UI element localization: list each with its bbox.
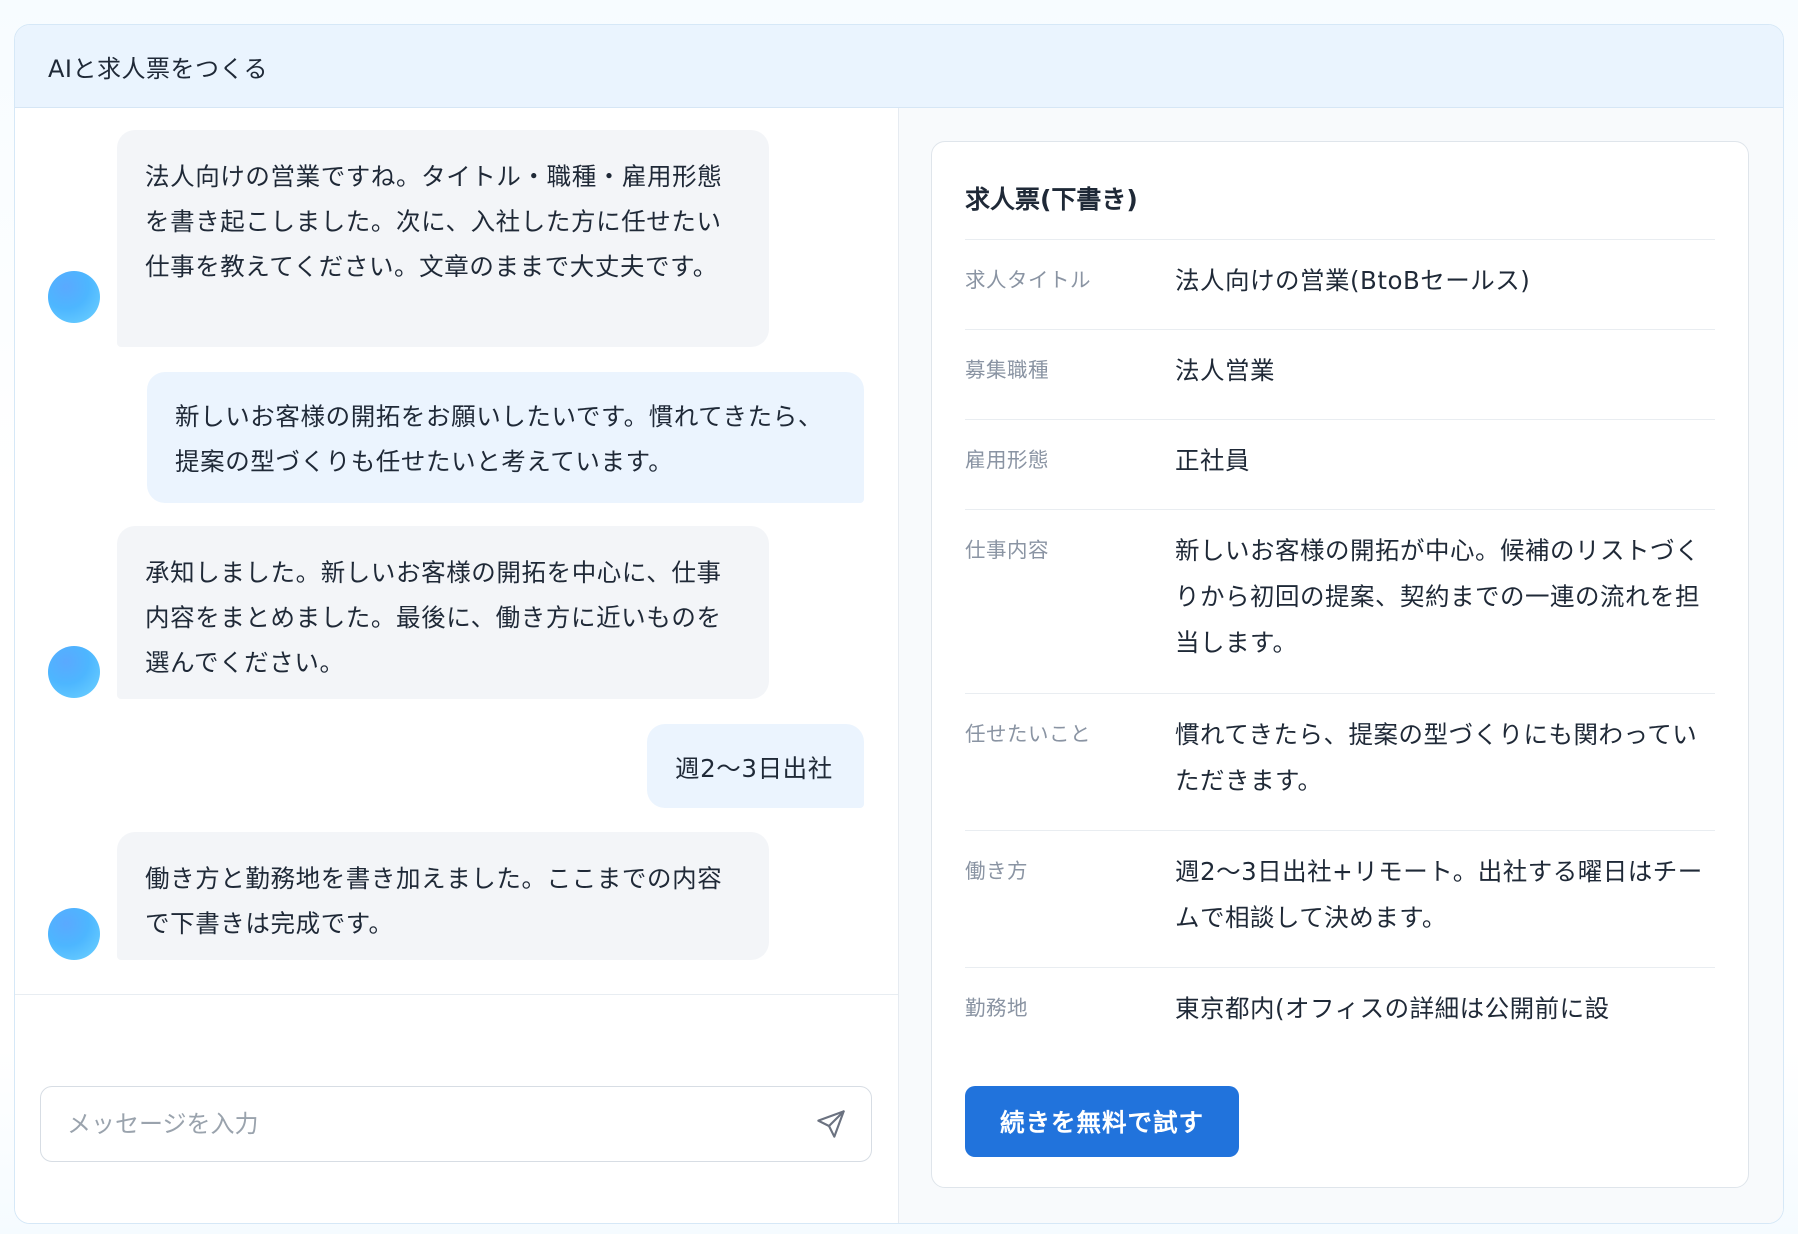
field-value: 慣れてきたら、提案の型づくりにも関わっていただきます。 [1175, 720, 1698, 795]
field-row-job-type: 募集職種 法人営業 [965, 329, 1715, 419]
field-label: 仕事内容 [965, 538, 1049, 562]
job-posting-builder-window: AIと求人票をつくる 法人向けの営業ですね。タイトル・職種・雇用形態を書き起こし… [14, 24, 1784, 1224]
field-value: 東京都内(オフィスの詳細は公開前に設 [1175, 994, 1610, 1023]
ai-message-bubble: 法人向けの営業ですね。タイトル・職種・雇用形態を書き起こしました。次に、入社した… [117, 130, 769, 347]
ai-avatar [48, 908, 100, 960]
paper-plane-icon [817, 1110, 845, 1138]
app-header: AIと求人票をつくる [15, 25, 1783, 108]
user-message-bubble: 新しいお客様の開拓をお願いしたいです。慣れてきたら、提案の型づくりも任せたいと考… [147, 372, 864, 503]
field-value: 週2〜3日出社+リモート。出社する曜日はチームで相談して決めます。 [1175, 857, 1703, 932]
field-label: 募集職種 [965, 358, 1049, 382]
ai-message-bubble: 承知しました。新しいお客様の開拓を中心に、仕事内容をまとめました。最後に、働き方… [117, 526, 769, 699]
send-button[interactable] [813, 1106, 849, 1142]
field-label: 勤務地 [965, 996, 1028, 1020]
field-value: 法人営業 [1175, 356, 1275, 385]
field-label: 雇用形態 [965, 448, 1049, 472]
chat-panel: 法人向けの営業ですね。タイトル・職種・雇用形態を書き起こしました。次に、入社した… [15, 108, 899, 1223]
field-label: 求人タイトル [965, 268, 1091, 292]
field-row-job-description: 仕事内容 新しいお客様の開拓が中心。候補のリストづくりから初回の提案、契約までの… [965, 509, 1715, 693]
field-row-responsibilities: 任せたいこと 慣れてきたら、提案の型づくりにも関わっていただきます。 [965, 693, 1715, 830]
field-row-location: 勤務地 東京都内(オフィスの詳細は公開前に設 [965, 967, 1715, 1057]
field-label: 働き方 [965, 859, 1028, 883]
main-body: 法人向けの営業ですね。タイトル・職種・雇用形態を書き起こしました。次に、入社した… [15, 108, 1783, 1223]
field-value: 法人向けの営業(BtoBセールス) [1175, 266, 1531, 295]
card-title: 求人票(下書き) [965, 185, 1138, 214]
field-label: 任せたいこと [965, 722, 1091, 746]
field-row-title: 求人タイトル 法人向けの営業(BtoBセールス) [965, 239, 1715, 329]
draft-panel: 求人票(下書き) 求人タイトル 法人向けの営業(BtoBセールス) 募集職種 法… [899, 108, 1783, 1223]
message-list[interactable]: 法人向けの営業ですね。タイトル・職種・雇用形態を書き起こしました。次に、入社した… [15, 108, 898, 995]
ai-message-bubble: 働き方と勤務地を書き加えました。ここまでの内容で下書きは完成です。 [117, 832, 769, 960]
try-free-button[interactable]: 続きを無料で試す [965, 1086, 1239, 1157]
field-value: 新しいお客様の開拓が中心。候補のリストづくりから初回の提案、契約までの一連の流れ… [1175, 536, 1700, 657]
ai-avatar [48, 646, 100, 698]
ai-avatar [48, 271, 100, 323]
message-composer [40, 1086, 872, 1162]
message-input[interactable] [67, 1110, 787, 1138]
job-posting-card: 求人票(下書き) 求人タイトル 法人向けの営業(BtoBセールス) 募集職種 法… [931, 141, 1749, 1188]
page-title: AIと求人票をつくる [48, 54, 269, 83]
field-row-work-style: 働き方 週2〜3日出社+リモート。出社する曜日はチームで相談して決めます。 [965, 830, 1715, 967]
field-value: 正社員 [1175, 446, 1250, 475]
field-list: 求人タイトル 法人向けの営業(BtoBセールス) 募集職種 法人営業 雇用形態 … [965, 239, 1715, 1057]
field-row-employment-type: 雇用形態 正社員 [965, 419, 1715, 509]
user-message-bubble: 週2〜3日出社 [647, 724, 864, 808]
